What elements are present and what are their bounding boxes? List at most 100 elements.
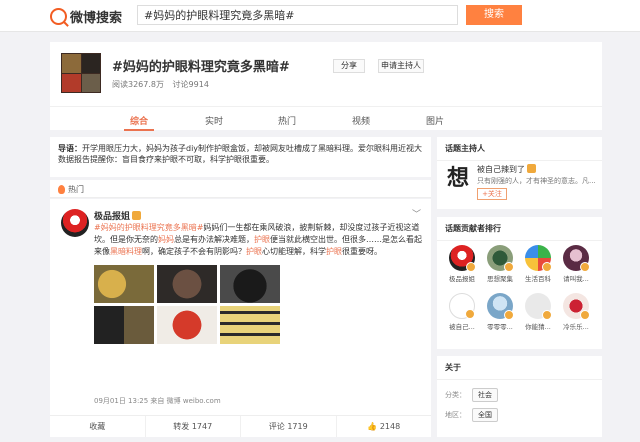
active-tab-indicator [124, 129, 154, 131]
top-bar: 微博搜索 搜索 [0, 0, 640, 32]
avatar[interactable] [525, 293, 552, 320]
region-tag[interactable]: 全国 [472, 408, 498, 422]
avatar[interactable] [487, 293, 514, 320]
weibo-post: 极品报姐 ﹀ #妈妈的护眼料理究竟多黑暗#妈妈们一生都在乘风破浪，披荆斩棘，却没… [50, 199, 431, 437]
topic-header-card: #妈妈的护眼料理究竟多黑暗# 分享 申请主持人 阅读3267.8万 讨论9914… [50, 42, 602, 131]
post-image[interactable] [157, 265, 217, 303]
category-label: 分类： [445, 391, 466, 399]
region-label: 地区： [445, 411, 466, 419]
tab-images[interactable]: 图片 [426, 114, 444, 127]
author-avatar[interactable] [61, 209, 89, 237]
avatar[interactable] [525, 245, 552, 272]
keyword-link-huyan[interactable]: 护眼 [326, 247, 342, 256]
post-image[interactable] [220, 265, 280, 303]
flame-icon [58, 185, 65, 194]
discussion-count: 讨论9914 [172, 80, 209, 89]
avatar[interactable] [449, 245, 476, 272]
post-text-segment: 总是有办法解决难题， [174, 235, 254, 244]
post-author[interactable]: 极品报姐 [94, 209, 142, 222]
host-panel-title: 话题主持人 [437, 137, 602, 161]
post-action-bar: 收藏 转发 1747 评论 1719 👍 2148 [50, 415, 431, 437]
host-name-text[interactable]: 被自己辣到了 [477, 165, 525, 174]
host-description: 只有刚强的人，才有神圣的意志。凡... [477, 177, 596, 185]
lead-label: 导语： [58, 144, 82, 153]
about-panel: 关于 分类： 社会 地区： 全国 [437, 356, 602, 437]
author-name[interactable]: 极品报姐 [94, 212, 130, 222]
topic-stats: 阅读3267.8万 讨论9914 [112, 79, 215, 90]
contributor-name[interactable]: 冷乐乐... [557, 321, 595, 331]
contributor-name[interactable]: 你能猜... [519, 321, 557, 331]
search-logo-icon [50, 7, 67, 25]
contributors-panel: 话题贡献者排行 极品报姐 思想聚集 生活百科 请叫我... 被自己... 零零零… [437, 217, 602, 349]
post-text-segment: 很重要呀。 [342, 247, 382, 256]
repost-button[interactable]: 转发 1747 [146, 416, 241, 437]
topic-host-panel: 话题主持人 想 被自己辣到了 只有刚强的人，才有神圣的意志。凡... +关注 [437, 137, 602, 209]
contributor-name[interactable]: 极品报姐 [443, 273, 481, 283]
contributor-grid: 极品报姐 思想聚集 生活百科 请叫我... 被自己... 零零零... 你能猜.… [443, 241, 597, 331]
logo-text: 微博搜索 [70, 10, 123, 26]
contributor[interactable]: 思想聚集 [481, 241, 519, 283]
search-button[interactable]: 搜索 [466, 5, 522, 25]
hot-label: 热门 [68, 185, 84, 194]
keyword-link-heian[interactable]: 黑暗料理 [110, 247, 142, 256]
post-image[interactable] [220, 306, 280, 344]
post-text-segment: 心切能理解，科学 [262, 247, 326, 256]
contributor-name[interactable]: 思想聚集 [481, 273, 519, 283]
post-image[interactable] [94, 265, 154, 303]
post-timestamp[interactable]: 09月01日 13:25 来自 微博 weibo.com [94, 396, 221, 406]
thumbs-up-icon: 👍 [367, 422, 378, 431]
avatar[interactable] [487, 245, 514, 272]
keyword-link-mama[interactable]: 妈妈 [158, 235, 174, 244]
post-image[interactable] [157, 306, 217, 344]
follow-button[interactable]: +关注 [477, 188, 507, 200]
contributor[interactable]: 被自己... [443, 289, 481, 331]
share-button[interactable]: 分享 [333, 59, 365, 73]
like-count: 2148 [379, 422, 401, 431]
topic-title: #妈妈的护眼料理究竟多黑暗# [112, 60, 290, 75]
tab-comprehensive[interactable]: 综合 [130, 114, 148, 127]
region-row: 地区： 全国 [445, 408, 498, 422]
category-tag[interactable]: 社会 [472, 388, 498, 402]
weibo-search-logo[interactable]: 微博搜索 [50, 7, 123, 26]
apply-host-button[interactable]: 申请主持人 [378, 59, 424, 73]
post-text: #妈妈的护眼料理究竟多黑暗#妈妈们一生都在乘风破浪，披荆斩棘，却没度过孩子近视这… [94, 222, 424, 258]
contributor-name[interactable]: 被自己... [443, 321, 481, 331]
post-text-segment: 啊，确定孩子不会有阴影吗？ [142, 247, 246, 256]
contributor[interactable]: 请叫我... [557, 241, 595, 283]
avatar[interactable] [449, 293, 475, 319]
avatar[interactable] [563, 245, 590, 272]
contributor-name[interactable]: 生活百科 [519, 273, 557, 283]
verified-badge-icon [527, 164, 536, 173]
post-image-grid [94, 265, 280, 389]
comment-button[interactable]: 评论 1719 [241, 416, 337, 437]
contributor[interactable]: 极品报姐 [443, 241, 481, 283]
host-avatar[interactable]: 想 [445, 163, 471, 193]
tab-video[interactable]: 视频 [352, 114, 370, 127]
collect-button[interactable]: 收藏 [50, 416, 146, 437]
like-button[interactable]: 👍 2148 [337, 416, 432, 437]
contributor[interactable]: 冷乐乐... [557, 289, 595, 331]
contributor-name[interactable]: 请叫我... [557, 273, 595, 283]
lead-text: 开学用眼压力大，妈妈为孩子diy制作护眼盒饭，却被网友吐槽成了黑暗料理。爱尔眼科… [58, 144, 423, 164]
tab-realtime[interactable]: 实时 [205, 114, 223, 127]
read-count: 阅读3267.8万 [112, 80, 164, 89]
avatar[interactable] [563, 293, 590, 320]
contributor[interactable]: 你能猜... [519, 289, 557, 331]
verified-badge-icon [132, 211, 142, 220]
tab-hot[interactable]: 热门 [278, 114, 296, 127]
keyword-link-huyan[interactable]: 护眼 [254, 235, 270, 244]
contributor[interactable]: 零零零... [481, 289, 519, 331]
host-name[interactable]: 被自己辣到了 [477, 164, 536, 175]
topic-thumbnail [61, 53, 101, 93]
keyword-link-huyan[interactable]: 护眼 [246, 247, 262, 256]
topic-tabs: 综合 实时 热门 视频 图片 [50, 106, 602, 131]
post-image[interactable] [94, 306, 154, 344]
contributor-name[interactable]: 零零零... [481, 321, 519, 331]
about-panel-title: 关于 [437, 356, 602, 380]
search-input[interactable] [137, 5, 458, 25]
hot-section-header: 热门 [50, 180, 431, 198]
chevron-down-icon[interactable]: ﹀ [412, 207, 421, 220]
contributor[interactable]: 生活百科 [519, 241, 557, 283]
contrib-panel-title: 话题贡献者排行 [437, 217, 602, 241]
topic-hashtag-link[interactable]: #妈妈的护眼料理究竟多黑暗# [94, 223, 203, 232]
